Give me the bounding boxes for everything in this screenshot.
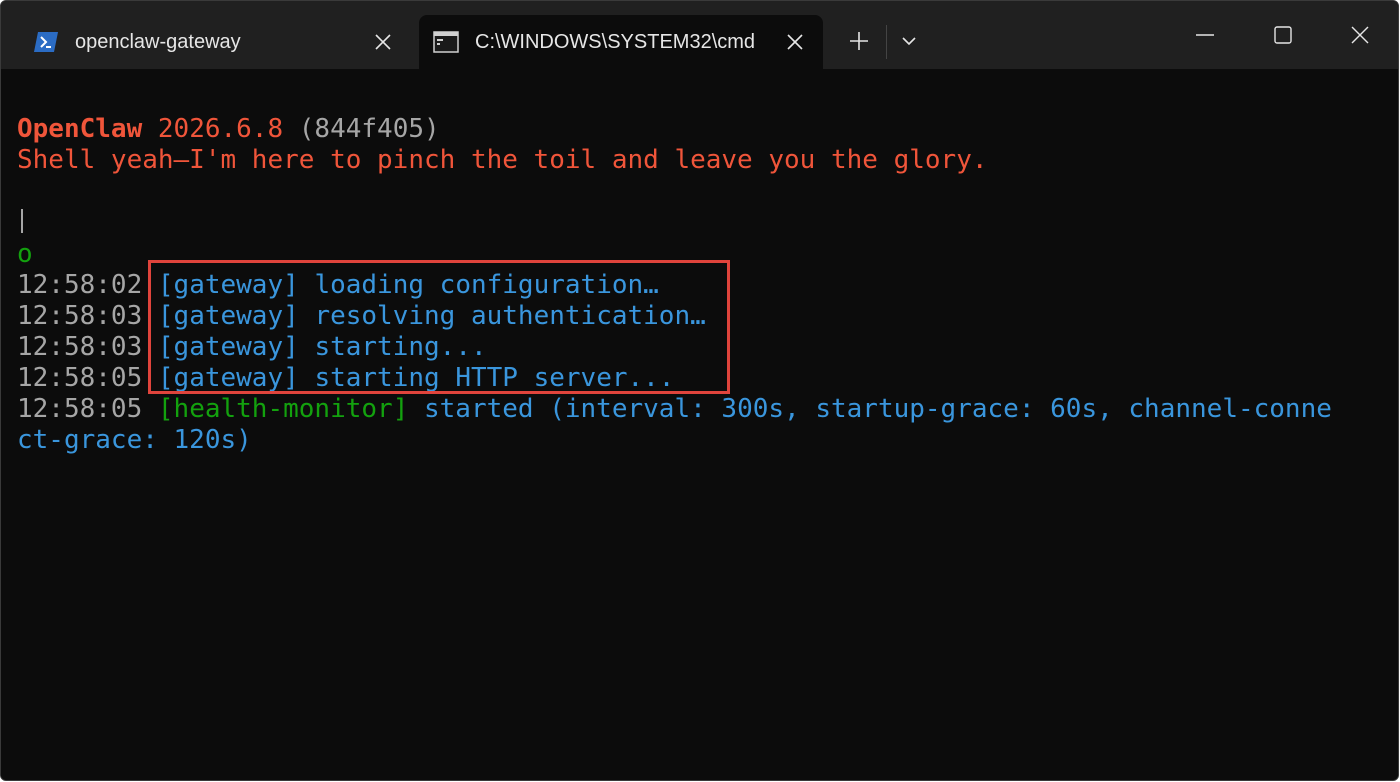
log-timestamp: 12:58:03	[17, 301, 143, 331]
close-window-button[interactable]	[1323, 1, 1397, 69]
close-tab-button[interactable]	[773, 22, 817, 62]
terminal-window: openclaw-gateway C:\WINDOWS\SYSTEM32\cmd	[0, 0, 1399, 781]
log-timestamp: 12:58:02	[17, 270, 143, 300]
log-timestamp: 12:58:03	[17, 332, 143, 362]
banner-line: OpenClaw 2026.6.8 (844f405)	[17, 114, 440, 145]
log-message: started (interval: 300s, startup-grace: …	[424, 394, 1332, 424]
maximize-icon	[1274, 26, 1292, 44]
powershell-icon	[34, 32, 58, 52]
cmd-icon	[433, 31, 459, 53]
tab-dropdown-button[interactable]	[889, 21, 929, 61]
app-name: OpenClaw	[17, 114, 143, 144]
minimize-button[interactable]	[1169, 1, 1241, 69]
plus-icon	[850, 32, 868, 50]
commit-hash: (844f405)	[298, 114, 440, 144]
maximize-button[interactable]	[1247, 1, 1319, 69]
new-tab-button[interactable]	[837, 21, 881, 61]
chevron-down-icon	[902, 37, 916, 46]
tab-separator	[886, 25, 887, 59]
log-tag: [health-monitor]	[157, 394, 409, 424]
cursor-bar	[21, 209, 23, 233]
spinner: o	[17, 239, 33, 269]
highlight-box	[148, 260, 730, 394]
tab-title: C:\WINDOWS\SYSTEM32\cmd	[475, 30, 756, 53]
tab-openclaw-gateway[interactable]: openclaw-gateway	[19, 15, 411, 69]
tagline: Shell yeah—I'm here to pinch the toil an…	[17, 145, 988, 175]
terminal-output[interactable]: OpenClaw 2026.6.8 (844f405) Shell yeah—I…	[1, 69, 1398, 780]
close-tab-button[interactable]	[361, 22, 405, 62]
close-icon	[787, 34, 803, 50]
app-version: 2026.6.8	[157, 114, 284, 144]
log-timestamp: 12:58:05	[17, 394, 143, 424]
close-icon	[1351, 26, 1369, 44]
tab-cmd[interactable]: C:\WINDOWS\SYSTEM32\cmd	[419, 15, 823, 69]
tab-title: openclaw-gateway	[75, 30, 241, 53]
log-timestamp: 12:58:05	[17, 363, 143, 393]
title-bar: openclaw-gateway C:\WINDOWS\SYSTEM32\cmd	[1, 1, 1398, 69]
minimize-icon	[1196, 34, 1214, 36]
log-message-continuation: ct-grace: 120s)	[17, 425, 252, 455]
close-icon	[375, 34, 391, 50]
log-line: 12:58:05 [health-monitor] started (inter…	[17, 394, 1332, 425]
